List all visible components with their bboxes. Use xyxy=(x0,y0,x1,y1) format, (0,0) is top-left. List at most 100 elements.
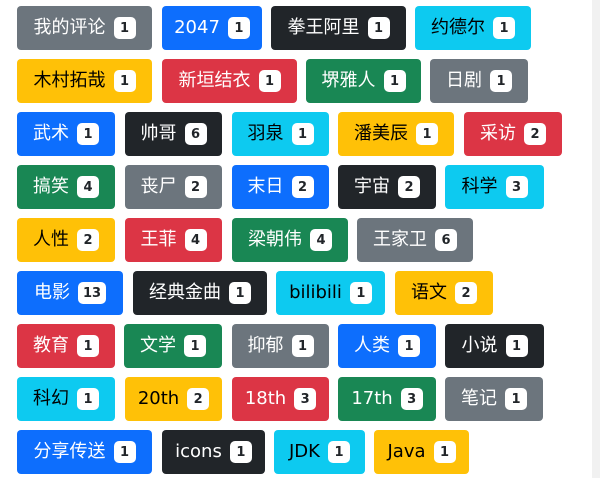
tag-label: 17th xyxy=(351,388,393,409)
tag-button[interactable]: 科幻 1 xyxy=(17,377,115,421)
tag-count-badge: 1 xyxy=(77,388,99,410)
tag-button[interactable]: 宇宙 2 xyxy=(338,165,436,209)
tag-count-badge: 2 xyxy=(187,388,210,410)
tag-label: 约德尔 xyxy=(431,17,485,38)
tag-button[interactable]: Java 1 xyxy=(374,430,469,474)
tag-button[interactable]: 小说 1 xyxy=(445,324,544,368)
tag-label: Java xyxy=(387,441,426,462)
tag-button[interactable]: 末日 2 xyxy=(232,165,329,209)
vertical-scrollbar[interactable] xyxy=(592,0,600,478)
tag-count-badge: 1 xyxy=(398,335,420,357)
tag-label: 教育 xyxy=(33,335,69,356)
tag-count-badge: 2 xyxy=(77,229,99,251)
tag-count-badge: 1 xyxy=(383,70,406,92)
tag-button[interactable]: 梁朝伟 4 xyxy=(232,218,348,262)
tag-button[interactable]: 日剧 1 xyxy=(430,59,528,103)
tag-label: 20th xyxy=(137,388,180,409)
tag-count-badge: 1 xyxy=(291,335,314,357)
tag-count-badge: 3 xyxy=(294,388,317,410)
tag-label: 羽泉 xyxy=(247,123,284,144)
tag-button[interactable]: 18th 3 xyxy=(232,377,329,421)
tag-label: 日剧 xyxy=(446,70,482,91)
tag-label: 科幻 xyxy=(33,388,69,409)
tag-button[interactable]: 王家卫 6 xyxy=(357,218,473,262)
tag-count-badge: 1 xyxy=(229,282,251,304)
tag-label: 王菲 xyxy=(140,229,177,250)
tag-button[interactable]: 堺雅人 1 xyxy=(306,59,421,103)
tag-count-badge: 1 xyxy=(433,441,456,463)
tag-count-badge: 1 xyxy=(113,441,136,463)
tag-label: 小说 xyxy=(461,335,498,356)
tag-count-badge: 1 xyxy=(505,388,527,410)
tag-button[interactable]: 新垣结衣 1 xyxy=(162,59,297,103)
tag-button[interactable]: 笔记 1 xyxy=(445,377,543,421)
tag-button[interactable]: 武术 1 xyxy=(17,112,115,156)
tag-label: 搞笑 xyxy=(33,176,69,197)
tag-button[interactable]: 分享传送 1 xyxy=(17,430,152,474)
tag-button[interactable]: 潘美辰 1 xyxy=(338,112,454,156)
tag-label: 人性 xyxy=(33,229,69,250)
tag-button[interactable]: 丧尸 2 xyxy=(125,165,222,209)
tag-label: 武术 xyxy=(33,123,69,144)
tag-button[interactable]: 教育 1 xyxy=(17,324,115,368)
tag-count-badge: 13 xyxy=(77,282,107,304)
tag-label: 梁朝伟 xyxy=(248,229,302,250)
tag-count-badge: 1 xyxy=(258,70,281,92)
tag-label: 末日 xyxy=(247,176,284,197)
tag-label: 电影 xyxy=(33,282,70,303)
tag-button[interactable]: 我的评论 1 xyxy=(17,6,152,50)
tag-button[interactable]: 人性 2 xyxy=(17,218,115,262)
tag-label: 分享传送 xyxy=(33,441,106,462)
tag-count-badge: 2 xyxy=(455,282,477,304)
tag-label: 语文 xyxy=(411,282,447,303)
tag-count-badge: 1 xyxy=(113,17,136,39)
tag-button[interactable]: 王菲 4 xyxy=(125,218,222,262)
tag-button[interactable]: 经典金曲 1 xyxy=(133,271,267,315)
tag-label: 18th xyxy=(244,388,287,409)
tag-button[interactable]: 拳王阿里 1 xyxy=(271,6,406,50)
tag-button[interactable]: bilibili 1 xyxy=(276,271,385,315)
tag-button[interactable]: 人类 1 xyxy=(338,324,436,368)
tag-count-badge: 4 xyxy=(77,176,99,198)
tag-count-badge: 1 xyxy=(77,335,99,357)
tag-count-badge: 3 xyxy=(400,388,423,410)
tag-count-badge: 1 xyxy=(367,17,390,39)
tag-label: 拳王阿里 xyxy=(287,17,360,38)
tag-label: JDK xyxy=(289,441,320,462)
tag-button[interactable]: 17th 3 xyxy=(338,377,436,421)
tag-button[interactable]: 抑郁 1 xyxy=(232,324,329,368)
tag-count-badge: 1 xyxy=(77,123,99,145)
tag-label: 抑郁 xyxy=(247,335,284,356)
tag-button[interactable]: 语文 2 xyxy=(395,271,493,315)
tag-button[interactable]: JDK 1 xyxy=(274,430,365,474)
tag-label: 2047 xyxy=(174,17,220,38)
tag-button[interactable]: 2047 1 xyxy=(162,6,262,50)
tag-count-badge: 1 xyxy=(291,123,314,145)
tag-count-badge: 2 xyxy=(184,176,207,198)
tag-label: 木村拓哉 xyxy=(33,70,106,91)
tag-count-badge: 1 xyxy=(229,441,252,463)
tag-button[interactable]: 约德尔 1 xyxy=(415,6,531,50)
tag-button[interactable]: 羽泉 1 xyxy=(232,112,329,156)
tag-button[interactable]: 搞笑 4 xyxy=(17,165,115,209)
tag-button[interactable]: icons 1 xyxy=(162,430,265,474)
tag-button[interactable]: 木村拓哉 1 xyxy=(17,59,152,103)
tag-label: 宇宙 xyxy=(354,176,390,197)
tag-count-badge: 4 xyxy=(184,229,207,251)
tag-label: 人类 xyxy=(354,335,390,356)
tag-label: 丧尸 xyxy=(140,176,177,197)
tag-count-badge: 1 xyxy=(505,335,528,357)
tag-button[interactable]: 科学 3 xyxy=(445,165,544,209)
tag-count-badge: 1 xyxy=(113,70,136,92)
tag-count-badge: 1 xyxy=(227,17,250,39)
tag-button[interactable]: 采访 2 xyxy=(464,112,562,156)
tag-count-badge: 2 xyxy=(524,123,546,145)
tag-label: 王家卫 xyxy=(373,229,427,250)
tag-button[interactable]: 帅哥 6 xyxy=(125,112,222,156)
tag-count-badge: 6 xyxy=(435,229,457,251)
tag-button[interactable]: 20th 2 xyxy=(125,377,222,421)
tag-button[interactable]: 电影 13 xyxy=(17,271,123,315)
tag-label: 潘美辰 xyxy=(354,123,408,144)
tag-label: 我的评论 xyxy=(33,17,106,38)
tag-button[interactable]: 文学 1 xyxy=(124,324,222,368)
